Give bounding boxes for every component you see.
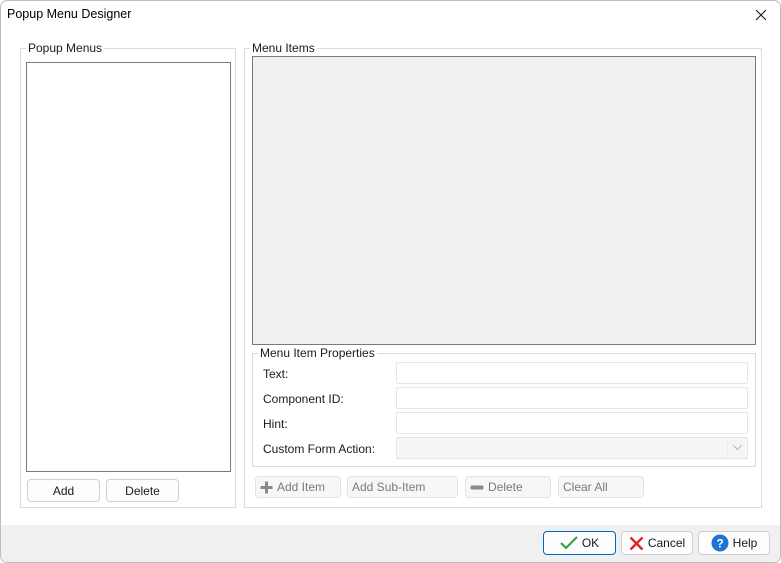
ok-button[interactable]: OK xyxy=(543,531,616,555)
clear-all-button[interactable]: Clear All xyxy=(558,476,644,498)
add-sub-item-label: Add Sub-Item xyxy=(352,480,426,494)
title-bar: Popup Menu Designer xyxy=(1,1,780,29)
plus-icon xyxy=(260,481,273,494)
text-input[interactable] xyxy=(396,362,748,384)
component-id-label: Component ID: xyxy=(263,392,344,406)
hint-input[interactable] xyxy=(396,412,748,434)
checkmark-icon xyxy=(560,536,578,550)
help-label: Help xyxy=(732,536,758,550)
menu-items-group: Menu Items Menu Item Properties Text: Co… xyxy=(244,41,762,508)
popup-menu-designer-dialog: Popup Menu Designer Popup Menus Add Dele… xyxy=(0,0,781,563)
component-id-input[interactable] xyxy=(396,387,748,409)
close-button[interactable] xyxy=(748,4,774,26)
delete-item-button[interactable]: Delete xyxy=(465,476,551,498)
custom-form-action-label: Custom Form Action: xyxy=(263,442,376,456)
hint-label: Hint: xyxy=(263,417,288,431)
dialog-footer: OK Cancel ? Help xyxy=(1,525,780,562)
menu-item-properties-group: Menu Item Properties Text: Component ID:… xyxy=(252,346,756,467)
add-popup-menu-label: Add xyxy=(52,483,75,498)
delete-popup-menu-label: Delete xyxy=(125,483,160,498)
menu-items-legend: Menu Items xyxy=(250,41,317,55)
cancel-label: Cancel xyxy=(647,536,686,550)
popup-menus-group: Popup Menus Add Delete xyxy=(20,41,236,508)
text-label: Text: xyxy=(263,367,289,381)
popup-menus-list[interactable] xyxy=(26,62,231,472)
question-icon: ? xyxy=(711,534,729,552)
menu-items-tree[interactable] xyxy=(252,56,756,345)
add-item-label: Add Item xyxy=(277,480,326,494)
custom-form-action-select[interactable] xyxy=(396,437,748,459)
svg-text:?: ? xyxy=(716,537,723,551)
x-icon xyxy=(629,536,644,551)
cancel-button[interactable]: Cancel xyxy=(621,531,693,555)
close-icon xyxy=(755,9,767,21)
menu-item-properties-legend: Menu Item Properties xyxy=(258,346,377,360)
help-button[interactable]: ? Help xyxy=(698,531,770,555)
window-title: Popup Menu Designer xyxy=(7,7,132,21)
delete-popup-menu-button[interactable]: Delete xyxy=(106,479,179,502)
clear-all-label: Clear All xyxy=(563,480,608,494)
popup-menus-legend: Popup Menus xyxy=(26,41,105,55)
delete-item-label: Delete xyxy=(488,480,523,494)
add-item-button[interactable]: Add Item xyxy=(255,476,341,498)
ok-label: OK xyxy=(581,536,600,550)
add-popup-menu-button[interactable]: Add xyxy=(27,479,100,502)
add-sub-item-button[interactable]: Add Sub-Item xyxy=(347,476,458,498)
minus-icon xyxy=(470,485,484,490)
chevron-down-icon[interactable] xyxy=(727,438,747,458)
